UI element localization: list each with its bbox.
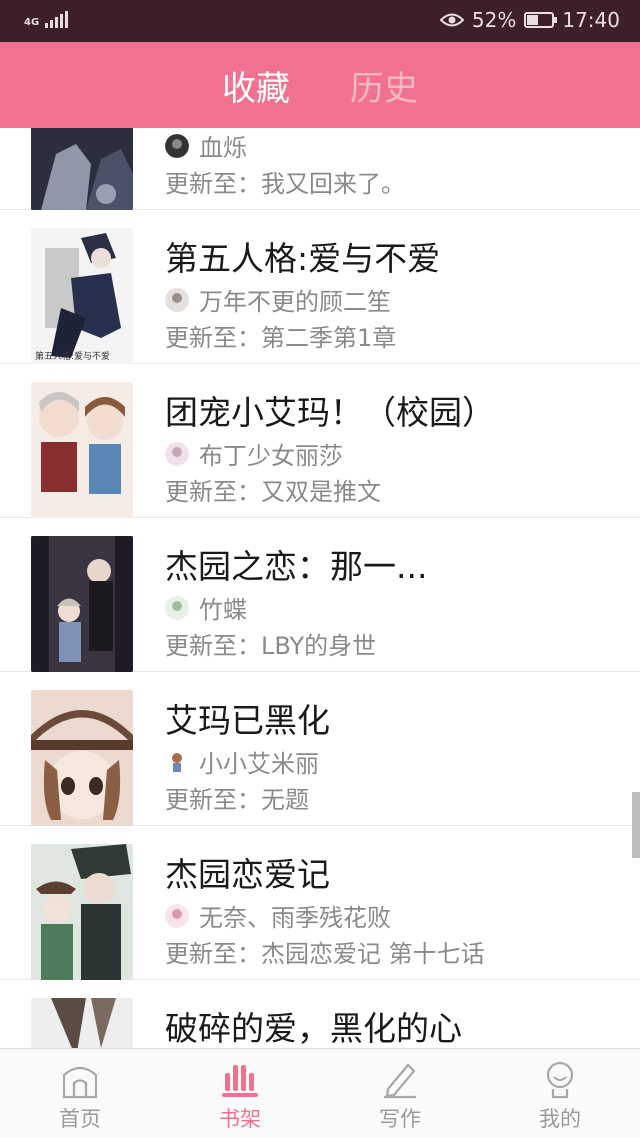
update-info: 更新至：我又回来了。	[165, 170, 405, 198]
tab-favorites[interactable]: 收藏	[222, 61, 290, 110]
nav-bookshelf[interactable]: 书架	[160, 1049, 320, 1138]
battery-percent: 52%	[471, 8, 517, 32]
list-item[interactable]: 血烁 更新至：我又回来了。	[0, 128, 640, 210]
update-info: 更新至：LBY的身世	[165, 632, 377, 660]
tab-history[interactable]: 历史	[350, 61, 418, 110]
book-title: 第五人格:爱与不爱	[165, 239, 441, 278]
nav-write-label: 写作	[379, 1107, 421, 1131]
list-item[interactable]: 艾玛已黑化 小小艾米丽 更新至：无题	[0, 672, 640, 826]
pen-icon	[384, 1063, 416, 1099]
latest-chapter: 第二季第1章	[261, 324, 397, 352]
latest-chapter: 我又回来了。	[261, 170, 405, 198]
latest-chapter: 又双是推文	[261, 478, 381, 506]
list-item[interactable]: 杰园之恋：那一... 竹蝶 更新至：LBY的身世	[0, 518, 640, 672]
nav-home-label: 首页	[59, 1107, 101, 1131]
update-info: 更新至：又双是推文	[165, 478, 381, 506]
top-tab-bar: 收藏 历史	[0, 42, 640, 128]
book-cover[interactable]: 第五人格:爱与不爱	[31, 228, 133, 364]
book-title: 团宠小艾玛！（校园）	[165, 393, 495, 432]
latest-chapter: LBY的身世	[261, 632, 377, 660]
network-type: 4G	[24, 17, 40, 28]
author-avatar	[165, 133, 189, 158]
book-cover[interactable]	[31, 536, 133, 672]
author-name: 血烁	[199, 134, 247, 162]
list-item[interactable]: 杰园恋爱记 无奈、雨季残花败 更新至：杰园恋爱记 第十七话	[0, 826, 640, 980]
author-avatar	[165, 903, 189, 928]
author-name: 竹蝶	[199, 596, 247, 624]
author-name: 无奈、雨季残花败	[199, 904, 391, 932]
bookshelf-list[interactable]: 血烁 更新至：我又回来了。 第五人格:爱与不爱 第五人格:爱与不爱 万年不更的顾…	[0, 128, 640, 1048]
cover-caption: 第五人格:爱与不爱	[35, 352, 111, 362]
author-name: 万年不更的顾二笙	[199, 288, 391, 316]
book-cover[interactable]	[31, 844, 133, 980]
book-title: 杰园之恋：那一...	[165, 547, 428, 586]
book-title: 杰园恋爱记	[165, 855, 330, 894]
author-avatar	[165, 287, 189, 312]
nav-write[interactable]: 写作	[320, 1049, 480, 1138]
eye-comfort-icon	[439, 13, 464, 27]
book-title: 艾玛已黑化	[165, 701, 330, 740]
status-bar: 4G 52% 17:40	[0, 0, 640, 42]
book-title: 破碎的爱，黑化的心	[165, 1009, 462, 1048]
author-name: 小小艾米丽	[199, 750, 319, 778]
signal-bars-icon	[45, 10, 69, 28]
list-item[interactable]: 破碎的爱，黑化的心	[0, 980, 640, 1048]
latest-chapter: 无题	[261, 786, 309, 814]
author-avatar	[165, 441, 189, 466]
nav-home[interactable]: 首页	[0, 1049, 160, 1138]
author-avatar	[165, 749, 189, 774]
book-cover[interactable]	[31, 998, 133, 1048]
book-cover[interactable]	[31, 382, 133, 518]
author-avatar	[165, 595, 189, 620]
list-item[interactable]: 团宠小艾玛！（校园） 布丁少女丽莎 更新至：又双是推文	[0, 364, 640, 518]
nav-profile-label: 我的	[539, 1107, 581, 1131]
book-cover[interactable]	[31, 128, 133, 210]
profile-icon	[546, 1061, 574, 1099]
latest-chapter: 杰园恋爱记 第十七话	[261, 940, 485, 968]
scrollbar[interactable]	[632, 792, 640, 858]
nav-profile[interactable]: 我的	[480, 1049, 640, 1138]
battery-icon	[524, 12, 558, 28]
update-info: 更新至：无题	[165, 786, 309, 814]
signal-indicator: 4G	[24, 10, 69, 28]
home-icon	[62, 1066, 98, 1099]
clock: 17:40	[562, 8, 620, 32]
author-name: 布丁少女丽莎	[199, 442, 343, 470]
list-item[interactable]: 第五人格:爱与不爱 第五人格:爱与不爱 万年不更的顾二笙 更新至：第二季第1章	[0, 210, 640, 364]
bookshelf-icon	[222, 1065, 258, 1097]
nav-bookshelf-label: 书架	[219, 1107, 261, 1131]
bottom-nav: 首页 书架 写作 我的	[0, 1048, 640, 1138]
book-cover[interactable]	[31, 690, 133, 826]
update-info: 更新至：第二季第1章	[165, 324, 397, 352]
update-info: 更新至：杰园恋爱记 第十七话	[165, 940, 485, 968]
